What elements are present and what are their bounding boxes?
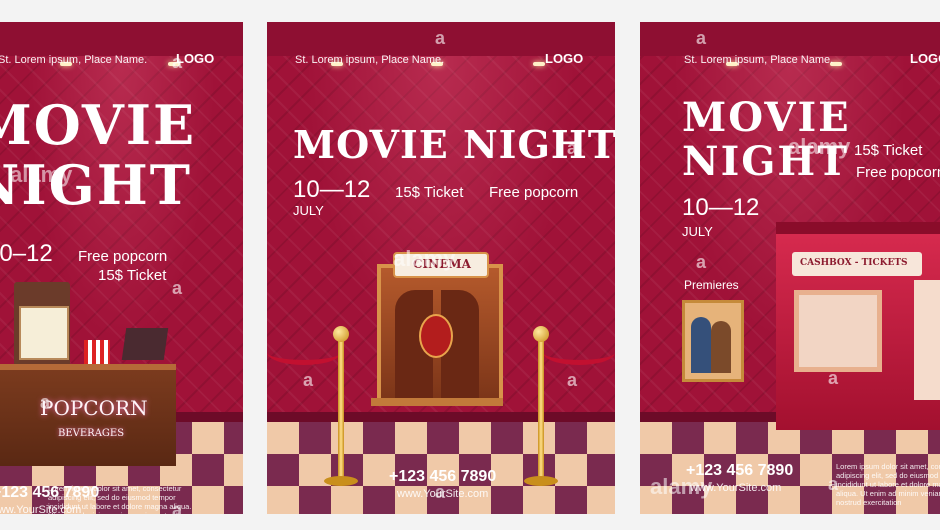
logo: LOGO: [910, 51, 940, 66]
watermark-mark: a: [828, 474, 839, 494]
couple-figure-right: [711, 321, 731, 373]
popcorn-machine: [14, 282, 70, 366]
free-popcorn: Free popcorn: [856, 164, 940, 181]
snack-counter: POPCORN BEVERAGES: [0, 364, 176, 466]
event-date: 10—12: [293, 176, 371, 203]
popcorn-glass: [19, 306, 69, 360]
lorem-text: Lorem ipsum dolor sit amet, consectetur …: [836, 462, 940, 507]
cinema-doorway: [377, 264, 503, 404]
cash-register: [121, 328, 169, 360]
baseboard: [267, 412, 615, 422]
ticket-price: 15$ Ticket: [854, 142, 923, 159]
watermark-mark: a: [567, 370, 578, 390]
counter-sign-popcorn: POPCORN: [40, 396, 148, 420]
stanchion-top-right: [533, 326, 549, 342]
booth-side-panel: [914, 280, 940, 400]
watermark-mark: a: [172, 278, 183, 298]
watermark-mark: a: [172, 52, 183, 72]
booth-window: [794, 290, 882, 372]
watermark-mark: a: [172, 500, 183, 514]
event-date: 10—12: [682, 194, 760, 221]
watermark-mark: a: [435, 28, 446, 48]
poster-2: St. Lorem ipsum, Place Name. LOGO MOVIE …: [267, 22, 615, 514]
poster-1: St. Lorem ipsum, Place Name. LOGO MOVIE …: [0, 22, 243, 514]
stanchion-left: [338, 340, 344, 480]
ticket-booth: CASHBOX - TICKETS: [776, 222, 940, 430]
premieres-label: Premieres: [684, 278, 739, 292]
event-month: JULY: [293, 203, 324, 218]
booth-sign: CASHBOX - TICKETS: [800, 258, 908, 268]
title-line1: MOVIE: [0, 93, 197, 157]
stanchion-base-right: [524, 476, 558, 486]
premiere-poster-frame: [682, 300, 744, 382]
counter-sign-beverages: BEVERAGES: [58, 428, 125, 439]
booth-sign-box: CASHBOX - TICKETS: [792, 252, 922, 276]
event-date: 10–12: [0, 240, 53, 267]
watermark-mark: a: [303, 370, 314, 390]
address: St. Lorem ipsum, Place Name.: [0, 54, 148, 66]
watermark: alamy: [393, 246, 456, 271]
ceiling-light: [533, 62, 545, 66]
door-window: [419, 314, 453, 358]
address: St. Lorem ipsum, Place Name.: [295, 54, 445, 66]
poster-3: St. Lorem ipsum, Place Name. LOGO MOVIE …: [640, 22, 940, 514]
watermark: alamy: [10, 162, 73, 187]
ceiling-band: [640, 22, 940, 56]
watermark: alamy: [788, 134, 851, 159]
velvet-rope-right: [543, 340, 615, 365]
popcorn-cup: [84, 340, 110, 364]
watermark-mark: a: [567, 138, 578, 158]
door-step: [371, 398, 503, 406]
watermark-mark: a: [435, 482, 446, 502]
ticket-price: 15$ Ticket: [98, 267, 167, 284]
title-line1: MOVIE: [682, 94, 851, 141]
watermark-mark: a: [40, 392, 51, 412]
stanchion-top-left: [333, 326, 349, 342]
watermark: alamy: [650, 474, 713, 499]
watermark-mark: a: [696, 252, 707, 272]
velvet-rope-left: [267, 340, 341, 365]
ticket-price: 15$ Ticket: [395, 184, 464, 201]
stanchion-base-left: [324, 476, 358, 486]
watermark-mark: a: [828, 368, 839, 388]
couple-figure-left: [691, 317, 711, 373]
address: St. Lorem ipsum, Place Name.: [684, 54, 834, 66]
event-month: JULY: [682, 224, 713, 239]
free-popcorn: Free popcorn: [78, 248, 168, 265]
logo: LOGO: [545, 51, 584, 66]
stanchion-right: [538, 340, 544, 480]
free-popcorn: Free popcorn: [489, 184, 579, 201]
watermark-mark: a: [696, 28, 707, 48]
